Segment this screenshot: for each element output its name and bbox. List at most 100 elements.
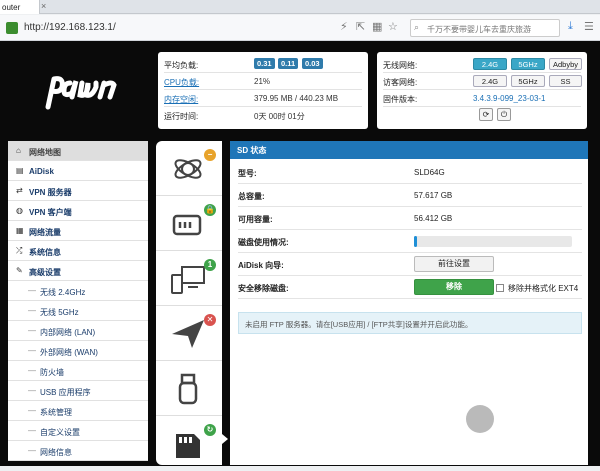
grid-icon[interactable]: ▦ <box>372 20 382 33</box>
sidebar-item[interactable]: — 无线 2.4GHz <box>8 281 148 301</box>
usb-icon <box>178 373 198 405</box>
tab-title: outer <box>2 3 21 12</box>
sidebar-item[interactable]: ▦ 网络流量 <box>8 221 148 241</box>
wireless-5g-button[interactable]: 5GHz <box>511 58 545 70</box>
aidisk-label: AiDisk 向导: <box>238 261 284 270</box>
share-icon[interactable]: ⇱ <box>356 20 365 33</box>
search-icon: ⌕ <box>414 22 420 32</box>
globe-network-icon <box>174 159 202 179</box>
site-security-icon[interactable] <box>6 22 18 34</box>
lightning-icon[interactable]: ⚡ <box>340 20 348 33</box>
system-status-box: 平均负载: 0.31 0.11 0.03 CPU负载: 21% 内存空闲: 37… <box>158 52 368 129</box>
firmware-label: 固件版本: <box>383 95 418 104</box>
dash-icon: — <box>28 346 36 355</box>
ftp-notice: 未启用 FTP 服务器。请在[USB应用] / [FTP共享]设置并开启此功能。 <box>238 312 582 334</box>
power-icon[interactable]: ⏻ <box>497 108 511 121</box>
url-text[interactable]: http://192.168.123.1/ <box>24 22 116 33</box>
sidebar-item[interactable]: — USB 应用程序 <box>8 381 148 401</box>
wrench-icon: ✎ <box>16 266 23 275</box>
memory-link[interactable]: 内存空闲: <box>164 94 198 105</box>
aidisk-setup-button[interactable]: 前往设置 <box>414 256 494 272</box>
disk-icon: ▤ <box>16 166 24 175</box>
total-label: 总容量: <box>238 192 265 201</box>
guest-row: 访客网络: 2.4G 5GHz SS <box>383 73 582 90</box>
router-device[interactable]: 🔒 <box>156 196 222 251</box>
model-label: 型号: <box>238 169 257 178</box>
sidebar-item-label: 防火墙 <box>40 368 64 377</box>
dash-icon: — <box>28 406 36 415</box>
clients-device[interactable]: 1 <box>156 251 222 306</box>
firmware-row: 固件版本: 3.4.3.9-099_23-03-1 <box>383 90 581 107</box>
dash-icon: — <box>28 386 36 395</box>
usb-device[interactable] <box>156 361 222 416</box>
vpn-device[interactable]: ✕ <box>156 306 222 361</box>
format-ext4-checkbox[interactable] <box>496 284 504 292</box>
watermark-author-text: 头条 @延安电脑大能林哥 <box>408 444 521 455</box>
sidebar-item[interactable]: ⌂ 网络地图 <box>8 141 148 161</box>
cpu-row: CPU负载: 21% <box>164 73 362 90</box>
sidebar-item-label: 无线 2.4GHz <box>40 288 86 297</box>
internet-device[interactable]: − <box>156 141 222 196</box>
guest-5g-button[interactable]: 5GHz <box>511 75 545 87</box>
sidebar-item[interactable]: — 系统管理 <box>8 401 148 421</box>
sd-card-badge: ↻ <box>204 424 216 436</box>
selected-arrow <box>222 434 228 444</box>
available-value: 56.412 GB <box>414 214 453 223</box>
search-input[interactable]: ⌕ 千万不要带婴儿车去重庆旅游 <box>410 19 560 37</box>
menu-icon[interactable]: ☰ <box>584 20 594 33</box>
sidebar-item-label: AiDisk <box>29 167 54 176</box>
chart-icon: ▦ <box>16 226 24 235</box>
padavan-logo <box>45 76 117 110</box>
firmware-version[interactable]: 3.4.3.9-099_23-03-1 <box>473 94 546 103</box>
star-icon[interactable]: ☆ <box>388 20 398 33</box>
adbyby-button[interactable]: Adbyby <box>549 58 582 70</box>
sidebar-item-label: 网络流量 <box>29 228 61 237</box>
sidebar-item[interactable]: — 自定义设置 <box>8 421 148 441</box>
guest-24g-button[interactable]: 2.4G <box>473 75 507 87</box>
sidebar-item[interactable]: ⤮ 系统信息 <box>8 241 148 261</box>
vpn-plane-icon <box>172 320 204 348</box>
browser-tab[interactable]: outer <box>0 0 40 14</box>
sidebar-item[interactable]: ✎ 高级设置 <box>8 261 148 281</box>
home-icon: ⌂ <box>16 146 21 155</box>
wireless-row: 无线网络: 2.4G 5GHz Adbyby <box>383 56 582 73</box>
ss-button[interactable]: SS <box>549 75 582 87</box>
vpn-badge: ✕ <box>204 314 216 326</box>
sidebar-item-label: 外部网络 (WAN) <box>40 348 98 357</box>
sidebar-item-label: 无线 5GHz <box>40 308 79 317</box>
sidebar-item-label: 网络信息 <box>40 448 72 457</box>
sidebar-item[interactable]: — 外部网络 (WAN) <box>8 341 148 361</box>
remove-button[interactable]: 移除 <box>414 279 494 295</box>
sidebar-item-label: USB 应用程序 <box>40 388 91 397</box>
available-label: 可用容量: <box>238 215 273 224</box>
sidebar-item[interactable]: ◍ VPN 客户端 <box>8 201 148 221</box>
download-icon[interactable]: ⤓ <box>568 20 573 33</box>
sd-card-device[interactable]: ↻ <box>156 416 222 471</box>
tab-close-icon[interactable]: × <box>41 1 46 11</box>
load-label: 平均负载: <box>164 61 199 70</box>
sidebar-item[interactable]: — 网络信息 <box>8 441 148 461</box>
sidebar-item[interactable]: — 无线 5GHz <box>8 301 148 321</box>
total-value: 57.617 GB <box>414 191 453 200</box>
wireless-24g-button[interactable]: 2.4G <box>473 58 507 70</box>
router-icon <box>172 214 202 236</box>
clients-badge: 1 <box>204 259 216 271</box>
sidebar-item[interactable]: ▤ AiDisk <box>8 161 148 181</box>
load-15min: 0.03 <box>302 58 323 69</box>
cpu-link[interactable]: CPU负载: <box>164 77 199 88</box>
sidebar-menu: ⌂ 网络地图 ▤ AiDisk ⇄ VPN 服务器 ◍ VPN 客户端 ▦ 网络流量 ⤮ 系统信息 ✎ 高… <box>8 141 148 461</box>
uptime-value: 0天 00时 01分 <box>254 112 305 121</box>
clients-icon <box>171 266 205 294</box>
sidebar-item-label: 内部网络 (LAN) <box>40 328 96 337</box>
sidebar-item[interactable]: ⇄ VPN 服务器 <box>8 181 148 201</box>
dash-icon: — <box>28 446 36 455</box>
dash-icon: — <box>28 286 36 295</box>
sidebar-item[interactable]: — 防火墙 <box>8 361 148 381</box>
uptime-label: 运行时间: <box>164 112 199 121</box>
sidebar-item[interactable]: — 内部网络 (LAN) <box>8 321 148 341</box>
sidebar-item-label: 高级设置 <box>29 268 61 277</box>
refresh-icon[interactable]: ⟳ <box>479 108 493 121</box>
transfer-icon: ⇄ <box>16 186 23 195</box>
model-value: SLD64G <box>414 168 445 177</box>
browser-tabbar: outer × <box>0 0 600 14</box>
